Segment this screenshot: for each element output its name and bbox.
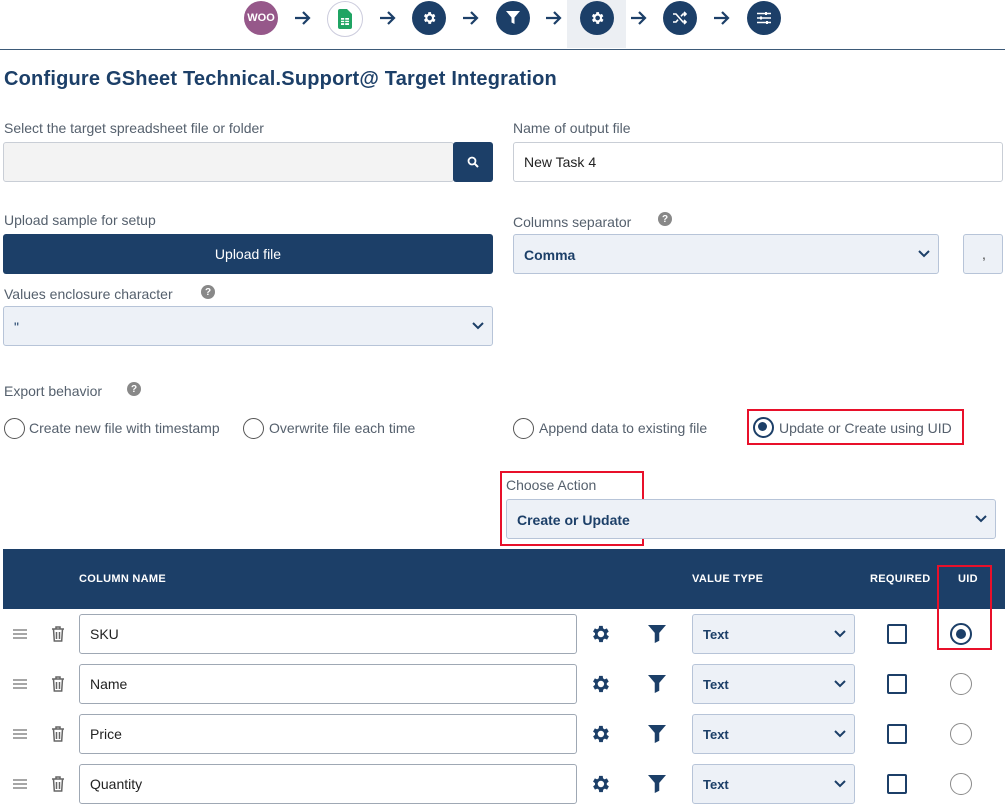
choose-action-label: Choose Action <box>506 477 597 493</box>
uid-radio[interactable] <box>950 773 972 795</box>
help-icon[interactable]: ? <box>201 285 215 299</box>
arrow-right-icon <box>380 11 396 25</box>
gear-icon[interactable] <box>589 773 611 795</box>
filter-icon <box>506 11 520 24</box>
drag-handle-icon[interactable] <box>13 728 27 740</box>
trash-icon[interactable] <box>51 726 65 742</box>
gear-icon <box>423 12 436 24</box>
trash-icon[interactable] <box>51 776 65 792</box>
output-file-label: Name of output file <box>513 120 631 136</box>
separator-label: Columns separator <box>513 214 632 230</box>
filter-icon[interactable] <box>648 725 666 743</box>
drag-handle-icon[interactable] <box>13 678 27 690</box>
column-name-input[interactable]: Quantity <box>79 764 577 804</box>
help-icon[interactable]: ? <box>658 212 672 226</box>
required-checkbox[interactable] <box>887 774 907 794</box>
chevron-down-icon <box>834 730 846 738</box>
radio-create-new-file[interactable] <box>4 418 25 439</box>
gear-icon <box>591 12 604 24</box>
arrow-right-icon <box>295 11 311 25</box>
required-checkbox[interactable] <box>887 724 907 744</box>
arrow-right-icon <box>631 11 647 25</box>
uid-radio[interactable] <box>950 723 972 745</box>
uid-radio[interactable] <box>950 623 972 645</box>
step-settings[interactable] <box>412 1 446 35</box>
trash-icon[interactable] <box>51 676 65 692</box>
columns-table-header: COLUMN NAME VALUE TYPE REQUIRED UID <box>3 549 1005 609</box>
value-type-select[interactable]: Text <box>692 664 855 704</box>
upload-file-button[interactable]: Upload file <box>3 234 493 274</box>
radio-overwrite-file[interactable] <box>243 418 264 439</box>
header-column-name: COLUMN NAME <box>79 573 167 585</box>
radio-label-overwrite-file: Overwrite file each time <box>269 420 416 436</box>
filter-icon[interactable] <box>648 625 666 643</box>
target-file-input[interactable] <box>3 142 454 182</box>
radio-update-or-create-uid[interactable] <box>753 417 774 438</box>
search-icon <box>467 156 479 168</box>
chevron-down-icon <box>834 680 846 688</box>
trash-icon[interactable] <box>51 626 65 642</box>
search-button[interactable] <box>453 142 493 182</box>
required-checkbox[interactable] <box>887 624 907 644</box>
chevron-down-icon <box>918 250 930 258</box>
step-configure-target[interactable] <box>580 1 614 35</box>
page-title: Configure GSheet Technical.Support@ Targ… <box>4 68 557 90</box>
separator-char-field[interactable]: , <box>963 234 1003 274</box>
arrow-right-icon <box>463 11 479 25</box>
radio-label-create-new-file: Create new file with timestamp <box>29 420 220 436</box>
arrow-right-icon <box>546 11 562 25</box>
value-type-select[interactable]: Text <box>692 764 855 804</box>
header-value-type: VALUE TYPE <box>692 573 764 585</box>
column-name-input[interactable]: Price <box>79 714 577 754</box>
chevron-down-icon <box>975 515 987 523</box>
enclosure-select[interactable]: " <box>3 306 493 346</box>
separator-select[interactable]: Comma <box>513 234 939 274</box>
woocommerce-icon: WOO <box>247 12 275 24</box>
radio-label-update-or-create-uid: Update or Create using UID <box>779 420 952 436</box>
column-name-input[interactable]: SKU <box>79 614 577 654</box>
output-file-input[interactable]: New Task 4 <box>513 142 1003 182</box>
step-schedule[interactable] <box>747 1 781 35</box>
enclosure-label: Values enclosure character <box>4 286 173 302</box>
target-file-label: Select the target spreadsheet file or fo… <box>4 120 264 136</box>
drag-handle-icon[interactable] <box>13 778 27 790</box>
gear-icon[interactable] <box>589 623 611 645</box>
value-type-select[interactable]: Text <box>692 614 855 654</box>
value-type-select[interactable]: Text <box>692 714 855 754</box>
shuffle-icon <box>673 11 688 25</box>
export-behavior-label: Export behavior <box>4 383 103 399</box>
step-mapping[interactable] <box>663 1 697 35</box>
column-name-input[interactable]: Name <box>79 664 577 704</box>
upload-label: Upload sample for setup <box>4 212 156 228</box>
step-filter[interactable] <box>496 1 530 35</box>
gear-icon[interactable] <box>589 673 611 695</box>
chevron-down-icon <box>834 780 846 788</box>
gear-icon[interactable] <box>589 723 611 745</box>
choose-action-select[interactable]: Create or Update <box>506 499 996 539</box>
filter-icon[interactable] <box>648 775 666 793</box>
filter-icon[interactable] <box>648 675 666 693</box>
step-google-sheets[interactable] <box>327 1 363 37</box>
chevron-down-icon <box>834 630 846 638</box>
drag-handle-icon[interactable] <box>13 628 27 640</box>
sliders-icon <box>757 12 771 24</box>
google-sheets-icon <box>338 9 352 29</box>
arrow-right-icon <box>714 11 730 25</box>
required-checkbox[interactable] <box>887 674 907 694</box>
radio-label-append-data: Append data to existing file <box>539 420 708 436</box>
chevron-down-icon <box>472 322 484 330</box>
radio-append-data[interactable] <box>513 418 534 439</box>
help-icon[interactable]: ? <box>127 382 141 396</box>
step-woocommerce[interactable]: WOO <box>244 1 278 35</box>
uid-radio[interactable] <box>950 673 972 695</box>
header-required: REQUIRED <box>870 573 931 585</box>
wizard-step-bar: WOO <box>0 0 1005 50</box>
